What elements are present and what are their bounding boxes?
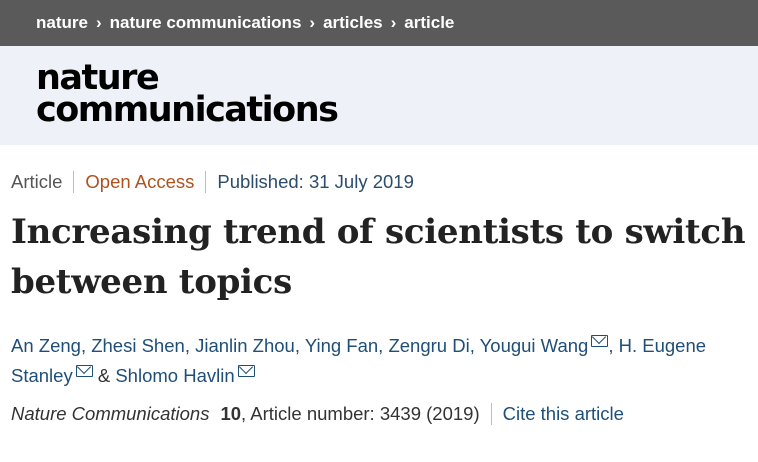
article-number: , Article number: 3439 (2019) xyxy=(241,403,480,424)
divider xyxy=(490,403,492,425)
cite-this-article-link[interactable]: Cite this article xyxy=(503,403,624,425)
volume-number: 10 xyxy=(220,403,242,424)
author-link[interactable]: Ying Fan xyxy=(305,335,378,356)
citation-row: Nature Communications 10 , Article numbe… xyxy=(11,403,758,425)
author-link[interactable]: Zengru Di xyxy=(388,335,469,356)
masthead: nature communications xyxy=(0,46,758,145)
author-list: An Zeng, Zhesi Shen, Jianlin Zhou, Ying … xyxy=(11,335,707,386)
chevron-right-icon: › xyxy=(95,13,102,32)
chevron-right-icon: › xyxy=(390,13,397,32)
open-access-label: Open Access xyxy=(85,171,195,192)
author-link[interactable]: Zhesi Shen xyxy=(91,335,185,356)
breadcrumb-nature-communications[interactable]: nature communications xyxy=(110,13,302,33)
divider xyxy=(73,171,75,193)
mail-icon[interactable] xyxy=(237,365,255,377)
author-ampersand: & xyxy=(97,365,111,386)
divider xyxy=(205,171,207,193)
article-header: Article Open Access Published: 31 July 2… xyxy=(0,145,758,425)
breadcrumb-articles[interactable]: articles xyxy=(323,13,383,33)
author-link[interactable]: Shlomo Havlin xyxy=(115,365,234,386)
article-type: Article xyxy=(11,171,63,192)
logo-line-2: communications xyxy=(36,90,339,131)
mail-icon[interactable] xyxy=(75,365,93,377)
breadcrumb-nature[interactable]: nature xyxy=(36,13,88,33)
article-title: Increasing trend of scientists to switch… xyxy=(11,212,746,302)
journal-name: Nature Communications xyxy=(11,403,210,424)
chevron-right-icon: › xyxy=(309,13,316,32)
breadcrumb: nature › nature communications › article… xyxy=(0,0,758,46)
mail-icon[interactable] xyxy=(591,335,609,347)
article-meta: Article Open Access Published: 31 July 2… xyxy=(11,171,758,193)
breadcrumb-article[interactable]: article xyxy=(404,13,454,33)
author-link[interactable]: An Zeng xyxy=(11,335,81,356)
journal-logo[interactable]: nature communications xyxy=(36,60,758,131)
author-link[interactable]: Jianlin Zhou xyxy=(195,335,295,356)
author-link[interactable]: Yougui Wang xyxy=(480,335,589,356)
published-date: Published: 31 July 2019 xyxy=(217,171,414,192)
